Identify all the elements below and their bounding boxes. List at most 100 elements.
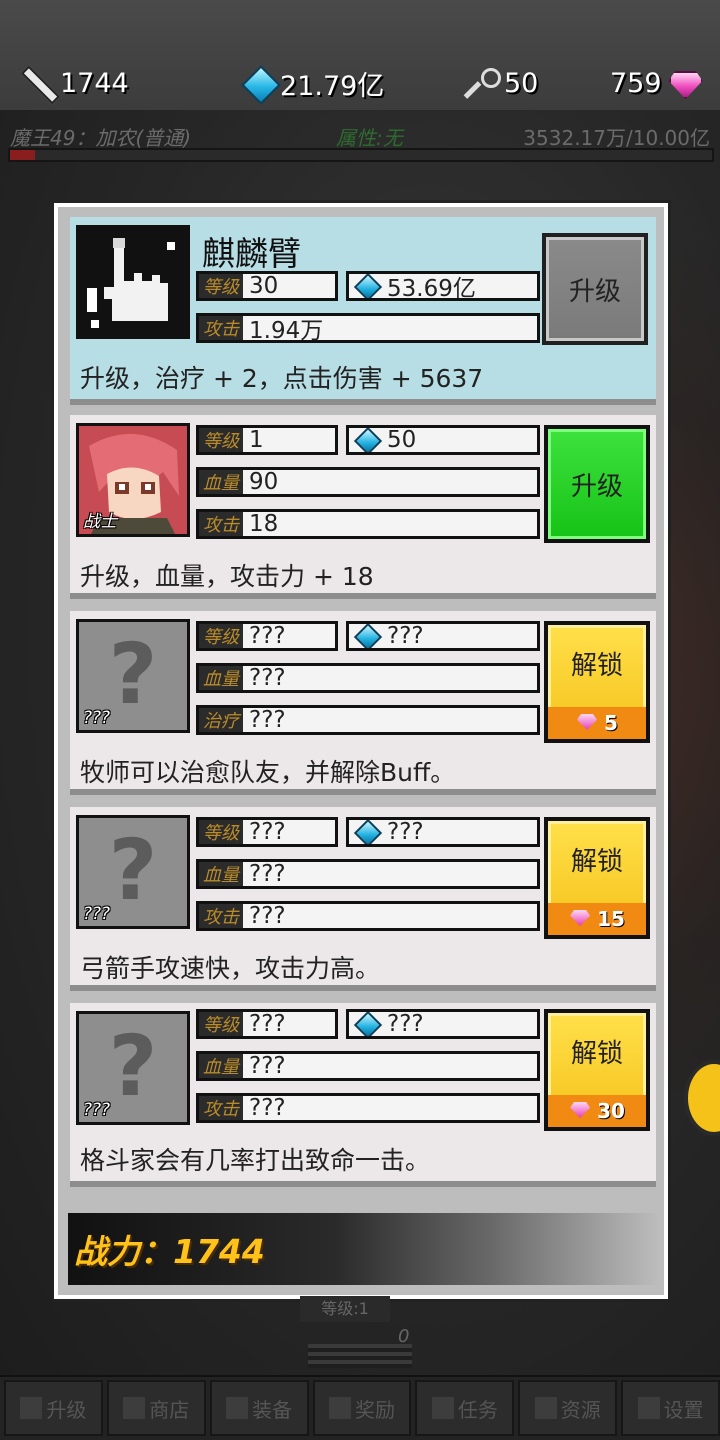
cost-field: 53.69亿 [346,271,540,301]
unlock-cost: 30 [548,1095,646,1127]
cost-field: 50 [346,425,540,455]
key-value: 50 [504,67,539,99]
heal-label: 治疗 [199,708,243,732]
boss-name: 魔王49：加农(普通) [10,126,192,150]
unlock-button[interactable]: 解锁 30 [544,1009,650,1131]
nav-settings[interactable]: 设置 [621,1380,720,1436]
card-description: 格斗家会有几率打出致命一击。 [80,1146,431,1175]
cost-value: 53.69亿 [387,276,476,301]
unlock-button-label: 解锁 [570,1039,623,1069]
hp-value: ??? [249,665,286,691]
attack-field: 攻击 1.94万 [196,313,540,343]
hp-field: 血量 ??? [196,663,540,693]
hp-field: 血量 90 [196,467,540,497]
nav-resources[interactable]: 资源 [518,1380,618,1436]
heal-field: 治疗 ??? [196,705,540,735]
upgrade-button[interactable]: 升级 [544,425,650,543]
card-description: 升级，治疗 + 2，点击伤害 + 5637 [80,364,484,393]
unlock-button-label: 解锁 [570,651,623,681]
total-power-strip: 战力：1744 [68,1213,660,1285]
attack-field: 攻击 ??? [196,1093,540,1123]
heal-value: ??? [249,707,286,733]
unlock-button[interactable]: 解锁 15 [544,817,650,939]
hero-upgrade-panel: 麒麟臂 等级 30 53.69亿 攻击 1.94万 升级 升级，治疗 + 2，点… [54,203,668,1299]
nav-shop[interactable]: 商店 [106,1380,206,1436]
resource-bar: 1744 21.79亿 50 759 [0,58,720,108]
shop-icon [123,1397,146,1419]
level-value: 1 [249,427,264,453]
nav-upgrade[interactable]: 升级 [4,1380,103,1436]
attack-label: 攻击 [199,512,243,536]
role-label: ??? [83,708,111,728]
nav-equipment[interactable]: 装备 [209,1380,309,1436]
hero-card-priest[interactable]: ? ??? 等级 ??? ??? 血量 ??? 治疗 ??? 解锁 5 牧师可以… [70,611,656,795]
nav-label: 商店 [149,1397,190,1422]
nav-rewards[interactable]: 奖励 [312,1380,412,1436]
settings-icon [637,1397,660,1419]
level-value: 30 [249,273,279,299]
upgrade-button[interactable]: 升级 [542,233,648,345]
hp-label: 血量 [199,862,243,886]
resource-icon [534,1397,557,1419]
locked-portrait: ? ??? [76,619,190,733]
hp-value: 90 [249,469,279,495]
level-value: ??? [249,1011,286,1037]
level-label: 等级 [199,274,243,298]
nav-label: 装备 [252,1397,293,1422]
unlock-button[interactable]: 解锁 5 [544,621,650,743]
hero-card-archer[interactable]: ? ??? 等级 ??? ??? 血量 ??? 攻击 ??? 解锁 15 弓箭手… [70,807,656,991]
cost-field: ??? [346,1009,540,1039]
background-level-tag: 等级:1 [300,1296,390,1322]
upgrade-button-label: 升级 [570,471,623,502]
level-label: 等级 [199,1012,243,1036]
boss-hp-fill [10,150,35,160]
unlock-cost-value: 5 [604,711,618,735]
power-value: 1744 [60,67,129,99]
blue-crystal-icon [242,66,276,100]
gem-value: 759 [610,67,662,99]
key-icon [464,65,501,101]
boss-bar: 魔王49：加农(普通) 属性:无 3532.17万/10.00亿 [8,118,714,172]
level-field: 等级 ??? [196,817,338,847]
cost-value: ??? [387,1011,424,1037]
hp-field: 血量 ??? [196,1051,540,1081]
sword-icon [20,65,56,101]
pink-gem-icon [569,909,593,929]
bottom-nav: 升级 商店 装备 奖励 任务 资源 设置 [0,1380,720,1436]
arrow-up-icon [20,1397,43,1419]
hero-card-warrior[interactable]: 战士 等级 1 50 血量 90 攻击 18 升级 升级，血量，攻击力 + 18 [70,415,656,599]
attack-value: 18 [249,511,279,537]
level-field: 等级 30 [196,271,338,301]
card-description: 弓箭手攻速快，攻击力高。 [80,954,381,983]
key-resource: 50 [464,58,538,108]
boss-hp-bar [8,148,714,162]
crystal-value: 21.79亿 [280,70,385,102]
sword-icon [226,1397,249,1419]
level-label: 等级 [199,820,243,844]
boss-hp-text: 3532.17万/10.00亿 [523,126,710,150]
task-icon [431,1397,454,1419]
hero-card-fighter[interactable]: ? ??? 等级 ??? ??? 血量 ??? 攻击 ??? 解锁 30 格斗家… [70,1003,656,1187]
level-value: ??? [249,819,286,845]
upgrade-button-label: 升级 [568,276,621,307]
hp-label: 血量 [199,470,243,494]
hero-name: 麒麟臂 [202,234,301,273]
card-description: 牧师可以治愈队友，并解除Buff。 [80,758,456,787]
unlock-cost: 15 [548,903,646,935]
hp-value: ??? [249,1053,286,1079]
nav-label: 设置 [663,1397,704,1422]
warrior-portrait: 战士 [76,423,190,537]
nav-label: 奖励 [355,1397,395,1422]
attack-field: 攻击 18 [196,509,540,539]
hero-card-qilin-arm[interactable]: 麒麟臂 等级 30 53.69亿 攻击 1.94万 升级 升级，治疗 + 2，点… [70,217,656,405]
level-field: 等级 ??? [196,621,338,651]
pointing-hand-icon [79,228,187,336]
nav-tasks[interactable]: 任务 [415,1380,515,1436]
cost-field: ??? [346,817,540,847]
blue-crystal-icon [353,624,381,648]
nav-label: 任务 [457,1397,498,1422]
cost-field: ??? [346,621,540,651]
hp-label: 血量 [199,1054,243,1078]
role-label: ??? [83,904,111,924]
attack-value: ??? [249,1095,286,1121]
